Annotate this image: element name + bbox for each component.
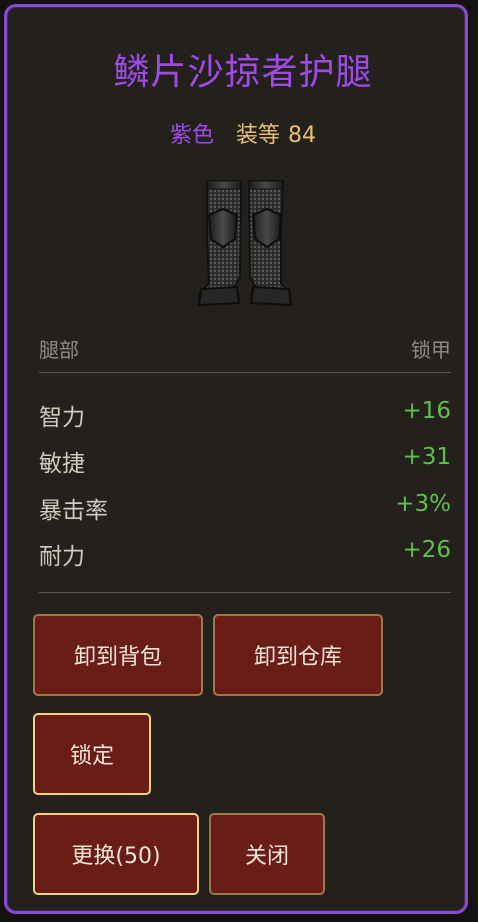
stat-name: 敏捷 bbox=[39, 451, 85, 477]
item-armor-type: 锁甲 bbox=[411, 338, 451, 362]
item-subtitle: 紫色 装等 84 bbox=[7, 117, 478, 149]
item-level-value: 84 bbox=[288, 123, 317, 148]
stat-name: 智力 bbox=[39, 405, 85, 431]
lock-button[interactable]: 锁定 bbox=[33, 713, 151, 795]
stat-value: +16 bbox=[402, 398, 451, 424]
stat-value: +3% bbox=[395, 491, 451, 517]
item-detail-panel: 鳞片沙掠者护腿 紫色 装等 84 腿部 锁甲 智力 +16 敏捷 +31 暴击率… bbox=[4, 4, 468, 914]
item-slot: 腿部 bbox=[39, 338, 79, 362]
item-quality: 紫色 bbox=[169, 123, 214, 148]
stat-name: 耐力 bbox=[39, 544, 85, 570]
replace-button[interactable]: 更换(50) bbox=[33, 813, 199, 895]
stat-value: +26 bbox=[402, 537, 451, 563]
mail-leggings-icon bbox=[197, 180, 293, 307]
unequip-to-bag-button[interactable]: 卸到背包 bbox=[33, 614, 203, 696]
stat-row: 暴击率 +3% bbox=[39, 491, 451, 525]
item-level-label: 装等 bbox=[236, 123, 281, 148]
stat-row: 智力 +16 bbox=[39, 398, 451, 432]
close-button[interactable]: 关闭 bbox=[209, 813, 325, 895]
stat-value: +31 bbox=[402, 444, 451, 470]
divider bbox=[39, 372, 451, 373]
stat-name: 暴击率 bbox=[39, 498, 108, 524]
stat-row: 敏捷 +31 bbox=[39, 444, 451, 478]
divider bbox=[39, 592, 451, 593]
item-name: 鳞片沙掠者护腿 bbox=[113, 52, 373, 93]
item-meta-row: 腿部 锁甲 bbox=[39, 334, 451, 363]
unequip-to-warehouse-button[interactable]: 卸到仓库 bbox=[213, 614, 383, 696]
stat-row: 耐力 +26 bbox=[39, 537, 451, 571]
